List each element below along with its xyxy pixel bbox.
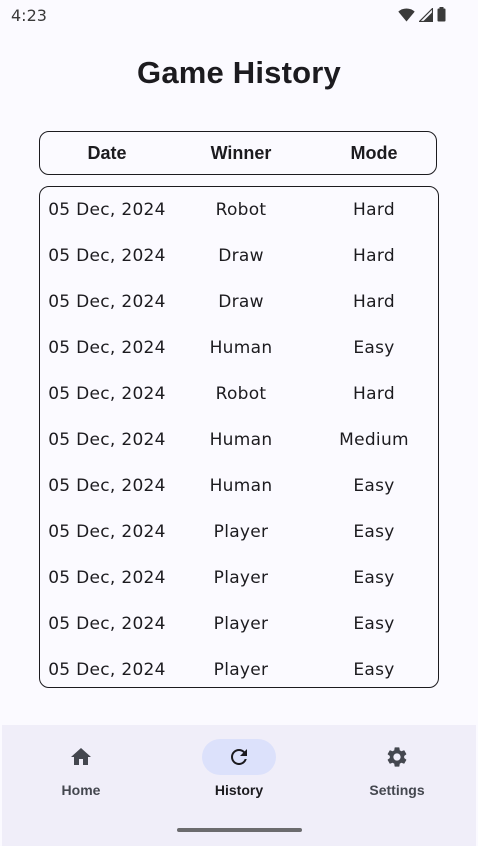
row-date: 05 Dec, 2024	[48, 476, 166, 496]
row-date: 05 Dec, 2024	[48, 430, 166, 450]
table-row: 05 Dec, 2024 Player Easy	[40, 647, 438, 687]
row-winner: Draw	[218, 292, 264, 312]
row-date: 05 Dec, 2024	[48, 246, 166, 266]
table-row: 05 Dec, 2024 Human Easy	[40, 463, 438, 509]
table-row: 05 Dec, 2024 Robot Hard	[40, 187, 438, 233]
row-mode: Easy	[353, 338, 395, 358]
row-mode: Medium	[339, 430, 409, 450]
row-winner: Human	[209, 338, 273, 358]
table-row: 05 Dec, 2024 Player Easy	[40, 601, 438, 647]
battery-icon	[437, 7, 446, 22]
row-date: 05 Dec, 2024	[48, 614, 166, 634]
row-date: 05 Dec, 2024	[48, 292, 166, 312]
nav-icon-container	[360, 739, 434, 775]
table-row: 05 Dec, 2024 Player Easy	[40, 509, 438, 555]
header-date: Date	[87, 143, 127, 163]
row-winner: Player	[213, 660, 269, 680]
gear-icon	[387, 747, 407, 767]
row-date: 05 Dec, 2024	[48, 522, 166, 542]
row-date: 05 Dec, 2024	[48, 338, 166, 358]
table-row: 05 Dec, 2024 Draw Hard	[40, 233, 438, 279]
home-indicator[interactable]	[177, 828, 302, 832]
row-mode: Easy	[353, 522, 395, 542]
history-list[interactable]: 05 Dec, 2024 Robot Hard 05 Dec, 2024 Dra…	[39, 186, 439, 688]
row-winner: Player	[213, 522, 269, 542]
nav-label: Home	[61, 782, 101, 798]
table-row: 05 Dec, 2024 Human Easy	[40, 325, 438, 371]
row-date: 05 Dec, 2024	[48, 384, 166, 404]
row-mode: Hard	[353, 292, 395, 312]
table-row: 05 Dec, 2024 Player Easy	[40, 555, 438, 601]
row-mode: Easy	[353, 614, 395, 634]
row-winner: Draw	[218, 246, 264, 266]
page-title: Game History	[137, 55, 341, 90]
nav-label: History	[214, 782, 264, 798]
row-winner: Player	[213, 614, 269, 634]
row-winner: Robot	[215, 200, 267, 220]
row-date: 05 Dec, 2024	[48, 200, 166, 220]
refresh-icon	[231, 749, 247, 765]
row-date: 05 Dec, 2024	[48, 568, 166, 588]
nav-label: Settings	[369, 782, 425, 798]
status-icons	[398, 7, 446, 22]
row-mode: Hard	[353, 200, 395, 220]
header-mode: Mode	[350, 143, 398, 163]
row-date: 05 Dec, 2024	[48, 660, 166, 680]
row-mode: Hard	[353, 384, 395, 404]
cell-signal-icon	[419, 7, 433, 22]
wifi-icon	[398, 8, 415, 21]
row-mode: Easy	[353, 660, 395, 680]
table-row: 05 Dec, 2024 Human Medium	[40, 417, 438, 463]
row-winner: Human	[209, 430, 273, 450]
row-winner: Player	[213, 568, 269, 588]
row-mode: Easy	[353, 476, 395, 496]
status-bar: 4:23	[0, 0, 478, 30]
row-winner: Robot	[215, 384, 267, 404]
header-winner: Winner	[210, 143, 272, 163]
nav-icon-container	[44, 739, 118, 775]
table-header: Date Winner Mode	[39, 131, 437, 175]
nav-item-history[interactable]: History	[160, 725, 318, 815]
row-mode: Hard	[353, 246, 395, 266]
home-icon	[71, 748, 91, 765]
nav-item-settings[interactable]: Settings	[318, 725, 476, 815]
nav-item-home[interactable]: Home	[2, 725, 160, 815]
nav-active-indicator	[202, 739, 276, 775]
status-time: 4:23	[11, 6, 47, 25]
row-mode: Easy	[353, 568, 395, 588]
row-winner: Human	[209, 476, 273, 496]
table-row: 05 Dec, 2024 Robot Hard	[40, 371, 438, 417]
table-row: 05 Dec, 2024 Draw Hard	[40, 279, 438, 325]
